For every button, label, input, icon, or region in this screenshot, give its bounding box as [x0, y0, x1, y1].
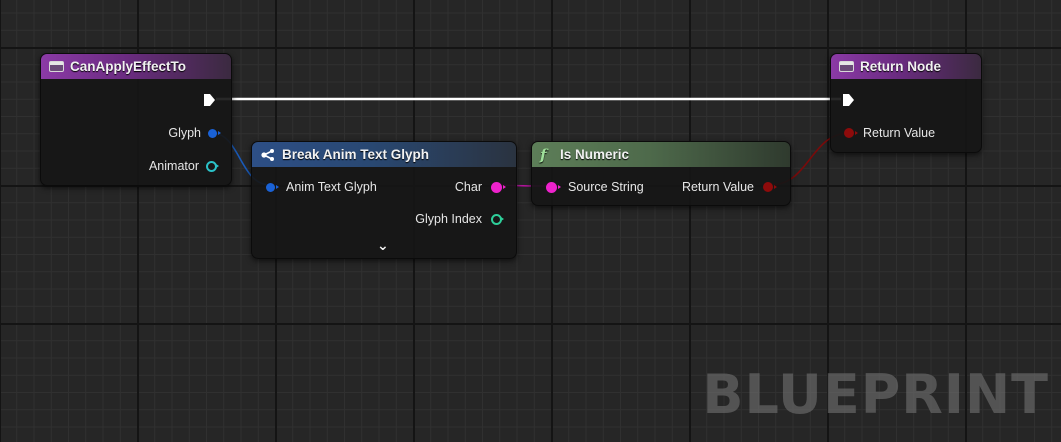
glyph-index-pin-row[interactable]: Glyph Index: [415, 212, 502, 226]
node-header[interactable]: Return Node: [831, 54, 981, 79]
bool-pin-icon[interactable]: [763, 182, 773, 192]
node-header[interactable]: CanApplyEffectTo: [41, 54, 231, 79]
expand-chevron-icon[interactable]: ⌄: [377, 237, 389, 254]
struct-pin-icon[interactable]: [208, 128, 217, 138]
anim-text-glyph-pin-row[interactable]: Anim Text Glyph: [266, 180, 377, 194]
string-pin-icon[interactable]: [546, 181, 557, 193]
function-result-icon: [839, 61, 854, 72]
return-value-pin-row[interactable]: Return Value: [682, 180, 773, 194]
pin-label: Anim Text Glyph: [286, 180, 377, 194]
pin-label: Source String: [568, 180, 644, 194]
node-header[interactable]: Break Anim Text Glyph: [252, 142, 516, 167]
blueprint-watermark: BLUEPRINT: [702, 363, 1049, 426]
blueprint-graph-canvas[interactable]: CanApplyEffectTo Glyph Animator Break An…: [0, 0, 1061, 442]
pin-label: Glyph: [168, 126, 201, 140]
can-apply-effect-to-node[interactable]: CanApplyEffectTo Glyph Animator: [40, 53, 232, 186]
break-struct-icon: [261, 148, 274, 161]
pin-label: Return Value: [863, 126, 936, 140]
exec-in-pin-icon[interactable]: [842, 93, 855, 107]
return-value-pin-row[interactable]: Return Value: [844, 126, 935, 140]
pin-label: Return Value: [681, 180, 754, 194]
is-numeric-node[interactable]: f Is Numeric Source String Return Value: [531, 141, 791, 206]
string-pin-icon[interactable]: [491, 181, 502, 193]
node-title: Return Node: [860, 59, 941, 74]
break-anim-text-glyph-node[interactable]: Break Anim Text Glyph Anim Text Glyph Ch…: [251, 141, 517, 259]
int-pin-icon[interactable]: [491, 213, 502, 225]
object-pin-icon[interactable]: [206, 160, 217, 172]
node-title: Is Numeric: [560, 147, 630, 162]
return-node[interactable]: Return Node Return Value: [830, 53, 982, 153]
exec-out-pin-icon[interactable]: [203, 93, 216, 107]
source-string-pin-row[interactable]: Source String: [546, 180, 644, 194]
animator-pin-row[interactable]: Animator: [149, 159, 217, 173]
function-entry-icon: [49, 61, 64, 72]
bool-pin-icon[interactable]: [844, 128, 854, 138]
pure-function-icon: f: [540, 145, 547, 164]
pin-label: Char: [454, 180, 482, 194]
node-title: CanApplyEffectTo: [70, 59, 187, 74]
pin-label: Glyph Index: [415, 212, 482, 226]
char-pin-row[interactable]: Char: [455, 180, 502, 194]
node-title: Break Anim Text Glyph: [282, 147, 430, 162]
glyph-pin-row[interactable]: Glyph: [168, 126, 217, 140]
struct-pin-icon[interactable]: [266, 182, 275, 192]
node-header[interactable]: f Is Numeric: [532, 142, 790, 167]
pin-label: Animator: [148, 159, 199, 173]
